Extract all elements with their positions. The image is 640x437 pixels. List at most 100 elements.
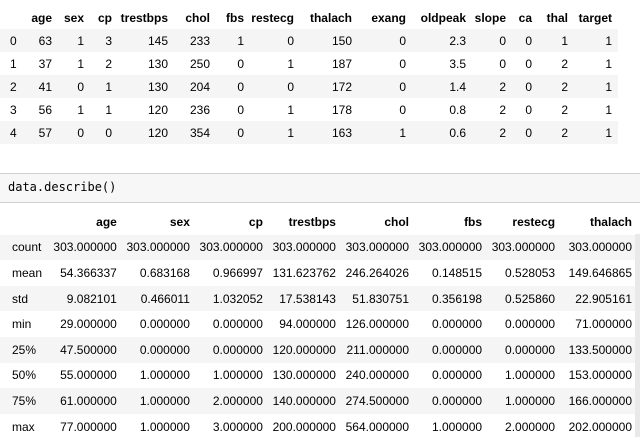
table-cell: 0.6 bbox=[449, 125, 466, 140]
column-header-cp: cp bbox=[97, 10, 112, 25]
stat-label: 75% bbox=[12, 393, 37, 408]
table-cell: 204 bbox=[189, 79, 210, 94]
table-cell: 166.000000 bbox=[568, 393, 632, 408]
column-header-trestbps: trestbps bbox=[288, 214, 336, 229]
table-cell: 2 bbox=[499, 102, 506, 117]
table-cell: 1 bbox=[287, 102, 294, 117]
code-text[interactable]: data.describe() bbox=[8, 180, 116, 194]
row-index: 4 bbox=[10, 125, 17, 140]
table-cell: 0 bbox=[237, 56, 244, 71]
table-cell: 0.000000 bbox=[212, 317, 263, 332]
table-cell: 63 bbox=[38, 33, 52, 48]
table-cell: 0 bbox=[237, 102, 244, 117]
table-cell: 0.356198 bbox=[432, 291, 483, 306]
table-cell: 200.000000 bbox=[272, 419, 336, 434]
table-row: 3 56 1 1 120 236 0 1 178 0 0.8 2 0 2 1 bbox=[0, 98, 618, 121]
table-cell: 0 bbox=[399, 79, 406, 94]
table-cell: 0 bbox=[525, 79, 532, 94]
table-cell: 120 bbox=[147, 102, 168, 117]
stat-label: max bbox=[12, 419, 35, 434]
column-header-chol: chol bbox=[185, 10, 210, 25]
table-cell: 163 bbox=[331, 125, 352, 140]
column-header-exang: exang bbox=[371, 10, 406, 25]
table-cell: 41 bbox=[38, 79, 52, 94]
column-header-slope: slope bbox=[474, 10, 506, 25]
column-header-fbs: fbs bbox=[226, 10, 244, 25]
table-cell: 0.966997 bbox=[212, 265, 263, 280]
table-cell: 0 bbox=[237, 79, 244, 94]
column-header-sex: sex bbox=[169, 214, 190, 229]
table-cell: 0.683168 bbox=[139, 265, 190, 280]
table-cell: 0.525860 bbox=[505, 291, 556, 306]
table-cell: 2 bbox=[105, 56, 112, 71]
table-cell: 0.000000 bbox=[432, 317, 483, 332]
table-cell: 1 bbox=[105, 102, 112, 117]
table-cell: 1.000000 bbox=[432, 419, 483, 434]
table-cell: 1.000000 bbox=[505, 368, 556, 383]
table-cell: 1 bbox=[605, 79, 612, 94]
table-cell: 1 bbox=[605, 102, 612, 117]
table-cell: 54.366337 bbox=[60, 265, 117, 280]
table-cell: 0.528053 bbox=[505, 265, 556, 280]
head-output-table: age sex cp trestbps chol fbs restecg thalach exa… bbox=[0, 6, 618, 144]
table-cell: 0 bbox=[287, 79, 294, 94]
table-cell: 2 bbox=[561, 79, 568, 94]
table-cell: 1 bbox=[605, 125, 612, 140]
table-row: 50% 55.000000 1.000000 1.000000 130.000000 24… bbox=[0, 363, 640, 389]
table-cell: 211.000000 bbox=[346, 342, 410, 357]
table-cell: 0.000000 bbox=[139, 342, 190, 357]
table-cell: 246.264026 bbox=[345, 265, 410, 280]
table-cell: 0 bbox=[77, 125, 84, 140]
table-cell: 1.000000 bbox=[505, 393, 556, 408]
table-cell: 240.000000 bbox=[345, 368, 410, 383]
table-cell: 149.646865 bbox=[568, 265, 632, 280]
table-cell: 130.000000 bbox=[272, 368, 336, 383]
table-cell: 0 bbox=[525, 125, 532, 140]
column-header-oldpeak: oldpeak bbox=[420, 10, 466, 25]
table-cell: 1 bbox=[605, 33, 612, 48]
table-cell: 2 bbox=[561, 102, 568, 117]
table-cell: 303.000000 bbox=[199, 240, 263, 255]
table-cell: 1 bbox=[561, 33, 568, 48]
table-cell: 1 bbox=[77, 102, 84, 117]
table-cell: 0.000000 bbox=[505, 342, 556, 357]
table-cell: 61.000000 bbox=[60, 393, 117, 408]
table-cell: 236 bbox=[189, 102, 210, 117]
table-cell: 303.000000 bbox=[491, 240, 556, 255]
table-row: 0 63 1 3 145 233 1 0 150 0 2.3 0 0 1 1 bbox=[0, 29, 618, 52]
table-cell: 0 bbox=[399, 33, 406, 48]
table-cell: 51.830751 bbox=[352, 291, 410, 306]
stat-label: 50% bbox=[12, 368, 37, 383]
table-row: std 9.082101 0.466011 1.032052 17.538143 51.8… bbox=[0, 285, 640, 312]
table-cell: 0 bbox=[525, 56, 532, 71]
table-cell: 145 bbox=[147, 33, 168, 48]
table-cell: 77.000000 bbox=[60, 419, 117, 434]
table-cell: 2 bbox=[561, 56, 568, 71]
table-cell: 2.000000 bbox=[212, 393, 263, 408]
table-cell: 1.4 bbox=[449, 79, 466, 94]
table-cell: 0 bbox=[105, 125, 112, 140]
stat-label: min bbox=[12, 317, 32, 332]
input-code-cell[interactable]: data.describe() bbox=[0, 173, 640, 203]
stat-label: mean bbox=[12, 265, 43, 280]
table-cell: 0 bbox=[499, 33, 506, 48]
table-cell: 0.8 bbox=[449, 102, 466, 117]
table-cell: 126.000000 bbox=[345, 317, 410, 332]
table-cell: 22.905161 bbox=[575, 291, 632, 306]
horizontal-scroll-edge[interactable] bbox=[635, 234, 640, 437]
row-index: 2 bbox=[10, 79, 17, 94]
table-cell: 1 bbox=[77, 33, 84, 48]
column-header-chol: chol bbox=[384, 214, 410, 229]
table-cell: 2.3 bbox=[449, 33, 466, 48]
column-header-thal: thal bbox=[546, 10, 568, 25]
table-row: 2 41 0 1 130 204 0 0 172 0 1.4 2 0 2 1 bbox=[0, 75, 618, 98]
table-cell: 1.000000 bbox=[212, 368, 263, 383]
stat-label: 25% bbox=[12, 342, 37, 357]
table-row: mean 54.366337 0.683168 0.966997 131.623762 2… bbox=[0, 260, 640, 286]
table-cell: 0.000000 bbox=[139, 317, 190, 332]
table-cell: 303.000000 bbox=[418, 240, 483, 255]
table-cell: 47.500000 bbox=[60, 342, 117, 357]
table-cell: 71.000000 bbox=[575, 317, 632, 332]
table-cell: 0 bbox=[237, 125, 244, 140]
row-index: 0 bbox=[10, 33, 17, 48]
